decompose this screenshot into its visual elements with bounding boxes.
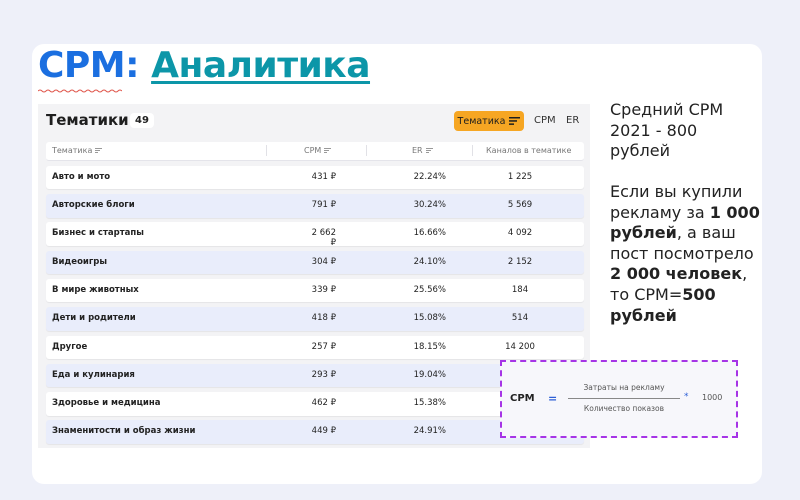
cell-er: 15.08% <box>413 313 446 324</box>
cell-er: 24.91% <box>413 426 446 437</box>
example-views: 2 000 человек <box>610 264 743 284</box>
cell-cpm: 304 ₽ <box>311 256 336 267</box>
table-row[interactable]: Авторские блоги 791 ₽ 30.24% 5 569 <box>46 194 584 218</box>
sort-lines-icon <box>509 117 521 125</box>
table-row[interactable]: Другое 257 ₽ 18.15% 14 200 <box>46 335 584 360</box>
cell-topic: Дети и родители <box>52 313 136 324</box>
title-prefix: CPM: <box>38 45 140 86</box>
cell-cpm: 2 662 ₽ <box>311 228 336 249</box>
column-header-er[interactable]: ER <box>412 146 433 155</box>
cell-er: 25.56% <box>413 284 446 295</box>
cell-cpm: 431 ₽ <box>311 171 336 182</box>
cell-er: 15.38% <box>413 398 446 409</box>
cell-cpm: 293 ₽ <box>311 369 336 380</box>
column-header-cpm[interactable]: CPM <box>304 146 332 155</box>
fraction-line <box>568 398 680 399</box>
column-header-label: Тематика <box>52 146 93 155</box>
cell-cpm: 418 ₽ <box>311 313 336 324</box>
theme-filter-button[interactable]: Тематика <box>454 111 524 131</box>
cell-topic: Видеоигры <box>52 256 108 267</box>
cell-channels: 1 225 <box>507 171 533 182</box>
cell-topic: Знаменитости и образ жизни <box>52 426 196 437</box>
table-row[interactable]: Дети и родители 418 ₽ 15.08% 514 <box>46 307 584 331</box>
cell-channels: 514 <box>511 313 529 324</box>
cell-channels: 5 569 <box>507 200 533 211</box>
multiply-sign: * <box>684 392 689 402</box>
slide-title: CPM: Аналитика <box>38 42 371 90</box>
formula-equals: = <box>548 392 558 405</box>
screenshot-title: Тематики <box>46 111 129 129</box>
cell-channels: 14 200 <box>505 341 535 352</box>
cell-channels: 4 092 <box>507 228 533 239</box>
table-header: Тематика CPM ER Каналов в тематике <box>46 142 584 161</box>
count-badge: 49 <box>130 113 154 128</box>
cell-er: 18.15% <box>413 341 446 352</box>
cell-topic: Другое <box>52 341 88 352</box>
formula-lhs: CPM <box>510 393 535 404</box>
cell-cpm: 449 ₽ <box>311 426 336 437</box>
cell-er: 22.24% <box>413 171 446 182</box>
table-row[interactable]: Видеоигры 304 ₽ 24.10% 2 152 <box>46 250 584 275</box>
column-header-label: CPM <box>304 146 322 155</box>
cell-er: 24.10% <box>413 256 446 267</box>
cell-er: 19.04% <box>413 369 446 380</box>
cell-cpm: 339 ₽ <box>311 284 336 295</box>
cell-topic: В мире животных <box>52 284 139 295</box>
table-row[interactable]: В мире животных 339 ₽ 25.56% 184 <box>46 278 584 303</box>
cell-topic: Авторские блоги <box>52 200 135 211</box>
spellcheck-squiggle <box>38 89 122 93</box>
tab-cpm[interactable]: CPM <box>534 115 556 126</box>
cell-topic: Еда и кулинария <box>52 369 135 380</box>
table-row[interactable]: Авто и мото 431 ₽ 22.24% 1 225 <box>46 165 584 190</box>
sort-icon <box>324 148 332 153</box>
column-divider <box>366 145 367 156</box>
column-header-label: ER <box>412 146 423 155</box>
cell-er: 16.66% <box>413 228 446 239</box>
cpm-formula-box: CPM = Затраты на рекламу Количество пока… <box>500 360 738 438</box>
tab-er[interactable]: ER <box>566 115 579 126</box>
formula-numerator: Затраты на рекламу <box>583 383 665 392</box>
cell-cpm: 257 ₽ <box>311 341 336 352</box>
sort-icon <box>425 148 433 153</box>
formula-factor: 1000 <box>702 393 723 402</box>
cell-cpm: 791 ₽ <box>311 200 336 211</box>
column-header-channels[interactable]: Каналов в тематике <box>486 146 571 155</box>
cell-topic: Авто и мото <box>52 171 111 182</box>
cell-channels: 2 152 <box>507 256 533 267</box>
average-cpm-text: Средний CPM 2021 - 800 рублей <box>610 100 724 160</box>
column-header-topic[interactable]: Тематика <box>52 146 103 155</box>
theme-filter-label: Тематика <box>457 115 506 127</box>
column-divider <box>266 145 267 156</box>
formula-denominator: Количество показов <box>583 404 665 413</box>
screenshot-header: Тематики 49 Тематика CPM ER <box>38 104 590 138</box>
table-row[interactable]: Бизнес и стартапы 2 662 ₽ 16.66% 4 092 <box>46 222 584 249</box>
cell-topic: Здоровье и медицина <box>52 398 161 409</box>
title-link[interactable]: Аналитика <box>151 45 370 86</box>
sort-icon <box>95 148 103 153</box>
cell-er: 30.24% <box>413 200 446 211</box>
column-header-label: Каналов в тематике <box>486 146 572 155</box>
cell-topic: Бизнес и стартапы <box>52 228 144 239</box>
cpm-example-text: Если вы купили рекламу за 1 000 рублей, … <box>610 182 768 326</box>
cell-channels: 184 <box>511 284 529 295</box>
cell-cpm: 462 ₽ <box>311 398 336 409</box>
column-divider <box>472 145 473 156</box>
